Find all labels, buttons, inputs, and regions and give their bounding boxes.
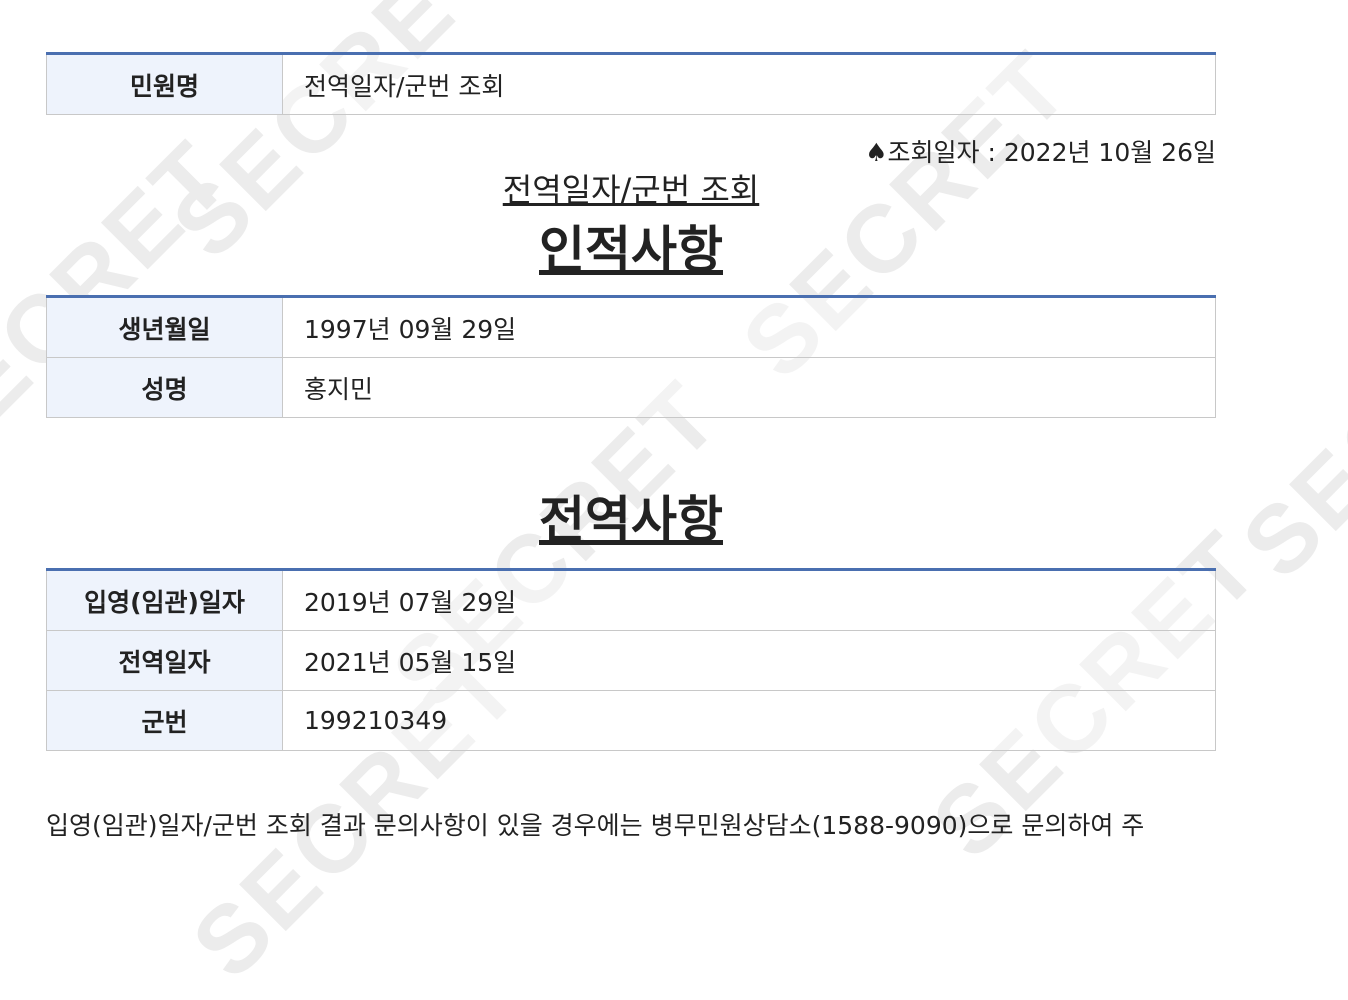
request-label: 민원명 (46, 53, 283, 115)
table-row: 입영(임관)일자 2019년 07월 29일 (46, 569, 1216, 631)
birth-date-label: 생년월일 (46, 296, 283, 358)
secret-watermark: SECRET (1222, 230, 1348, 599)
table-row: 성명 홍지민 (46, 357, 1216, 418)
name-label: 성명 (46, 357, 283, 418)
table-row: 군번 199210349 (46, 690, 1216, 751)
service-section-title: 전역사항 (539, 491, 723, 549)
name-value: 홍지민 (282, 357, 1216, 418)
service-info-table: 입영(임관)일자 2019년 07월 29일 전역일자 2021년 05월 15… (46, 568, 1216, 751)
table-row: 민원명 전역일자/군번 조회 (46, 53, 1216, 115)
document-subtitle: 전역일자/군번 조회 (502, 171, 760, 209)
enlistment-date-label: 입영(임관)일자 (46, 569, 283, 631)
enlistment-date-value: 2019년 07월 29일 (282, 569, 1216, 631)
service-number-label: 군번 (46, 690, 283, 751)
table-row: 생년월일 1997년 09월 29일 (46, 296, 1216, 358)
personal-section-title: 인적사항 (539, 221, 723, 279)
discharge-date-label: 전역일자 (46, 630, 283, 691)
query-date: ♠조회일자 : 2022년 10월 26일 (865, 138, 1216, 167)
discharge-date-value: 2021년 05월 15일 (282, 630, 1216, 691)
request-value: 전역일자/군번 조회 (282, 53, 1216, 115)
notice-text: 입영(임관)일자/군번 조회 결과 문의사항이 있을 경우에는 병무민원상담소(… (46, 811, 1145, 840)
personal-info-table: 생년월일 1997년 09월 29일 성명 홍지민 (46, 295, 1216, 418)
table-row: 전역일자 2021년 05월 15일 (46, 630, 1216, 691)
request-table: 민원명 전역일자/군번 조회 (46, 52, 1216, 115)
birth-date-value: 1997년 09월 29일 (282, 296, 1216, 358)
service-number-value: 199210349 (282, 690, 1216, 751)
